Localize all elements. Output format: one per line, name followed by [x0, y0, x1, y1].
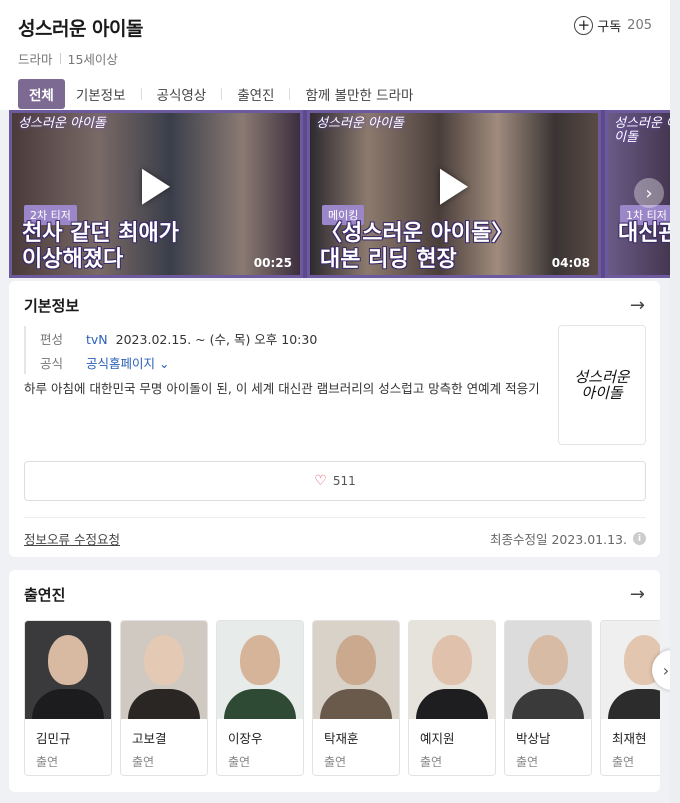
cast-header[interactable]: 출연진 → — [9, 570, 660, 618]
cast-member[interactable]: 이장우 출연 — [216, 620, 304, 776]
tab-cast[interactable]: 출연진 — [226, 79, 285, 109]
schedule-row: 편성 tvN 2023.02.15. ~ (수, 목) 오후 10:30 — [40, 326, 317, 350]
cast-member[interactable]: 예지원 출연 — [408, 620, 496, 776]
page-title: 성스러운 아이돌 — [18, 18, 143, 40]
report-error-link[interactable]: 정보오류 수정요청 — [24, 529, 120, 548]
video-caption-line: 천사 같던 최애가 — [22, 221, 179, 246]
cast-list: 김민규 출연 고보결 출연 이장우 출연 탁재훈 출연 예지원 출연 박상남 출… — [24, 620, 660, 776]
video-caption: 〈성스러운 아이돌〉 대본 리딩 현장 — [320, 221, 513, 273]
like-count: 511 — [332, 474, 356, 488]
info-fields: 편성 tvN 2023.02.15. ~ (수, 목) 오후 10:30 공식 공… — [24, 326, 317, 374]
cast-photo — [505, 621, 591, 719]
cast-role: 출연 — [324, 755, 347, 769]
info-footer: 정보오류 수정요청 최종수정일 2023.01.13. i — [24, 517, 646, 548]
like-button[interactable]: ♡ 511 — [24, 461, 646, 501]
age-rating: 15세이상 — [67, 52, 118, 67]
genre-label: 드라마 — [18, 52, 53, 67]
cast-role: 출연 — [612, 755, 635, 769]
tab-bar: 전체 기본정보 공식영상 출연진 함께 볼만한 드라마 — [18, 79, 662, 109]
cast-member[interactable]: 고보결 출연 — [120, 620, 208, 776]
subscribe-label: 구독 — [597, 20, 622, 35]
play-icon[interactable] — [440, 168, 468, 205]
cast-photo — [25, 621, 111, 719]
cast-name: 예지원 — [420, 731, 455, 746]
cast-role: 출연 — [228, 755, 251, 769]
video-caption: 천사 같던 최애가 이상해졌다 — [22, 221, 179, 273]
basic-info-header[interactable]: 기본정보 → — [9, 281, 660, 329]
cast-name: 최재현 — [612, 731, 647, 746]
cast-member[interactable]: 김민규 출연 — [24, 620, 112, 776]
cast-name: 탁재훈 — [324, 731, 359, 746]
divider — [289, 88, 291, 100]
divider — [221, 88, 223, 100]
section-title: 출연진 — [24, 585, 66, 604]
cast-card: 출연진 → 김민규 출연 고보결 출연 이장우 출연 탁재훈 출연 예지원 출연 — [9, 570, 660, 792]
cast-name: 김민규 — [36, 731, 71, 746]
subscribe-count: 205 — [627, 18, 652, 33]
video-caption-line: 대본 리딩 현장 — [320, 246, 457, 272]
cast-photo — [409, 621, 495, 719]
video-carousel: 성스러운 아이돌 2차 티저 천사 같던 최애가 이상해졌다 00:25 성스러… — [9, 110, 670, 278]
cast-member[interactable]: 탁재훈 출연 — [312, 620, 400, 776]
cast-member[interactable]: 박상남 출연 — [504, 620, 592, 776]
tab-similar-dramas[interactable]: 함께 볼만한 드라마 — [294, 79, 424, 109]
video-duration: 04:08 — [551, 256, 590, 270]
video-caption-line: 대신관 — [618, 221, 670, 246]
heart-icon: ♡ — [314, 473, 327, 489]
info-icon[interactable]: i — [633, 532, 646, 545]
video-duration: 00:25 — [253, 256, 292, 270]
schedule-text: 2023.02.15. ~ (수, 목) 오후 10:30 — [115, 331, 318, 347]
video-card[interactable]: 성스러운 아이돌 2차 티저 천사 같던 최애가 이상해졌다 00:25 — [9, 110, 303, 278]
drama-meta: 드라마 15세이상 — [18, 49, 662, 68]
cast-role: 출연 — [36, 755, 59, 769]
divider — [59, 53, 61, 64]
arrow-right-icon[interactable]: → — [630, 584, 645, 605]
cast-role: 출연 — [132, 755, 155, 769]
video-caption: 대신관 — [618, 221, 670, 247]
video-logo: 성스러운 아이돌 — [18, 116, 106, 131]
subscribe-button[interactable]: + 구독 205 — [574, 16, 652, 35]
drama-header: 성스러운 아이돌 드라마 15세이상 + 구독 205 전체 기본정보 공식영상… — [0, 0, 680, 110]
cast-name: 고보결 — [132, 731, 167, 746]
tab-basic-info[interactable]: 기본정보 — [65, 79, 137, 109]
chevron-right-icon[interactable]: › — [634, 178, 664, 208]
arrow-right-icon[interactable]: → — [630, 295, 645, 316]
poster-image[interactable]: 성스러운 아이돌 — [558, 325, 646, 445]
play-icon[interactable] — [142, 168, 170, 205]
section-title: 기본정보 — [24, 296, 80, 315]
official-row: 공식 공식홈페이지 ⌄ — [40, 350, 317, 374]
last-updated-text: 최종수정일 2023.01.13. — [489, 532, 627, 547]
field-label: 편성 — [40, 331, 64, 347]
last-updated: 최종수정일 2023.01.13. i — [490, 529, 646, 548]
divider — [140, 88, 142, 100]
synopsis: 하루 아침에 대한민국 무명 아이돌이 된, 이 세계 대신관 램브러리의 성스… — [24, 381, 540, 396]
poster-text: 아이돌 — [581, 384, 623, 402]
network-link[interactable]: tvN — [86, 332, 108, 347]
cast-member[interactable]: 최재현 출연 — [600, 620, 660, 776]
cast-photo — [217, 621, 303, 719]
tab-all[interactable]: 전체 — [18, 79, 65, 109]
field-label: 공식 — [40, 355, 64, 371]
tab-official-video[interactable]: 공식영상 — [146, 79, 218, 109]
video-caption-line: 이상해졌다 — [22, 246, 124, 272]
field-value: tvN 2023.02.15. ~ (수, 목) 오후 10:30 — [86, 329, 317, 348]
cast-name: 박상남 — [516, 731, 551, 746]
basic-info-card: 기본정보 → 편성 tvN 2023.02.15. ~ (수, 목) 오후 10:… — [9, 281, 660, 557]
cast-role: 출연 — [516, 755, 539, 769]
chevron-down-icon: ⌄ — [159, 355, 170, 371]
official-site-label: 공식홈페이지 — [86, 355, 156, 371]
cast-photo — [121, 621, 207, 719]
poster-text: 성스러운 — [574, 367, 630, 386]
video-caption-line: 〈성스러운 아이돌〉 — [320, 221, 514, 246]
video-card[interactable]: 성스러운 아이돌 메이킹 〈성스러운 아이돌〉 대본 리딩 현장 04:08 — [307, 110, 601, 278]
cast-photo — [313, 621, 399, 719]
cast-role: 출연 — [420, 755, 443, 769]
cast-name: 이장우 — [228, 731, 263, 746]
official-site-link[interactable]: 공식홈페이지 ⌄ — [86, 353, 169, 372]
video-logo: 성스러운 아이돌 — [614, 116, 670, 145]
plus-icon: + — [574, 16, 594, 35]
scrollbar[interactable] — [670, 0, 680, 803]
video-logo: 성스러운 아이돌 — [316, 116, 404, 131]
